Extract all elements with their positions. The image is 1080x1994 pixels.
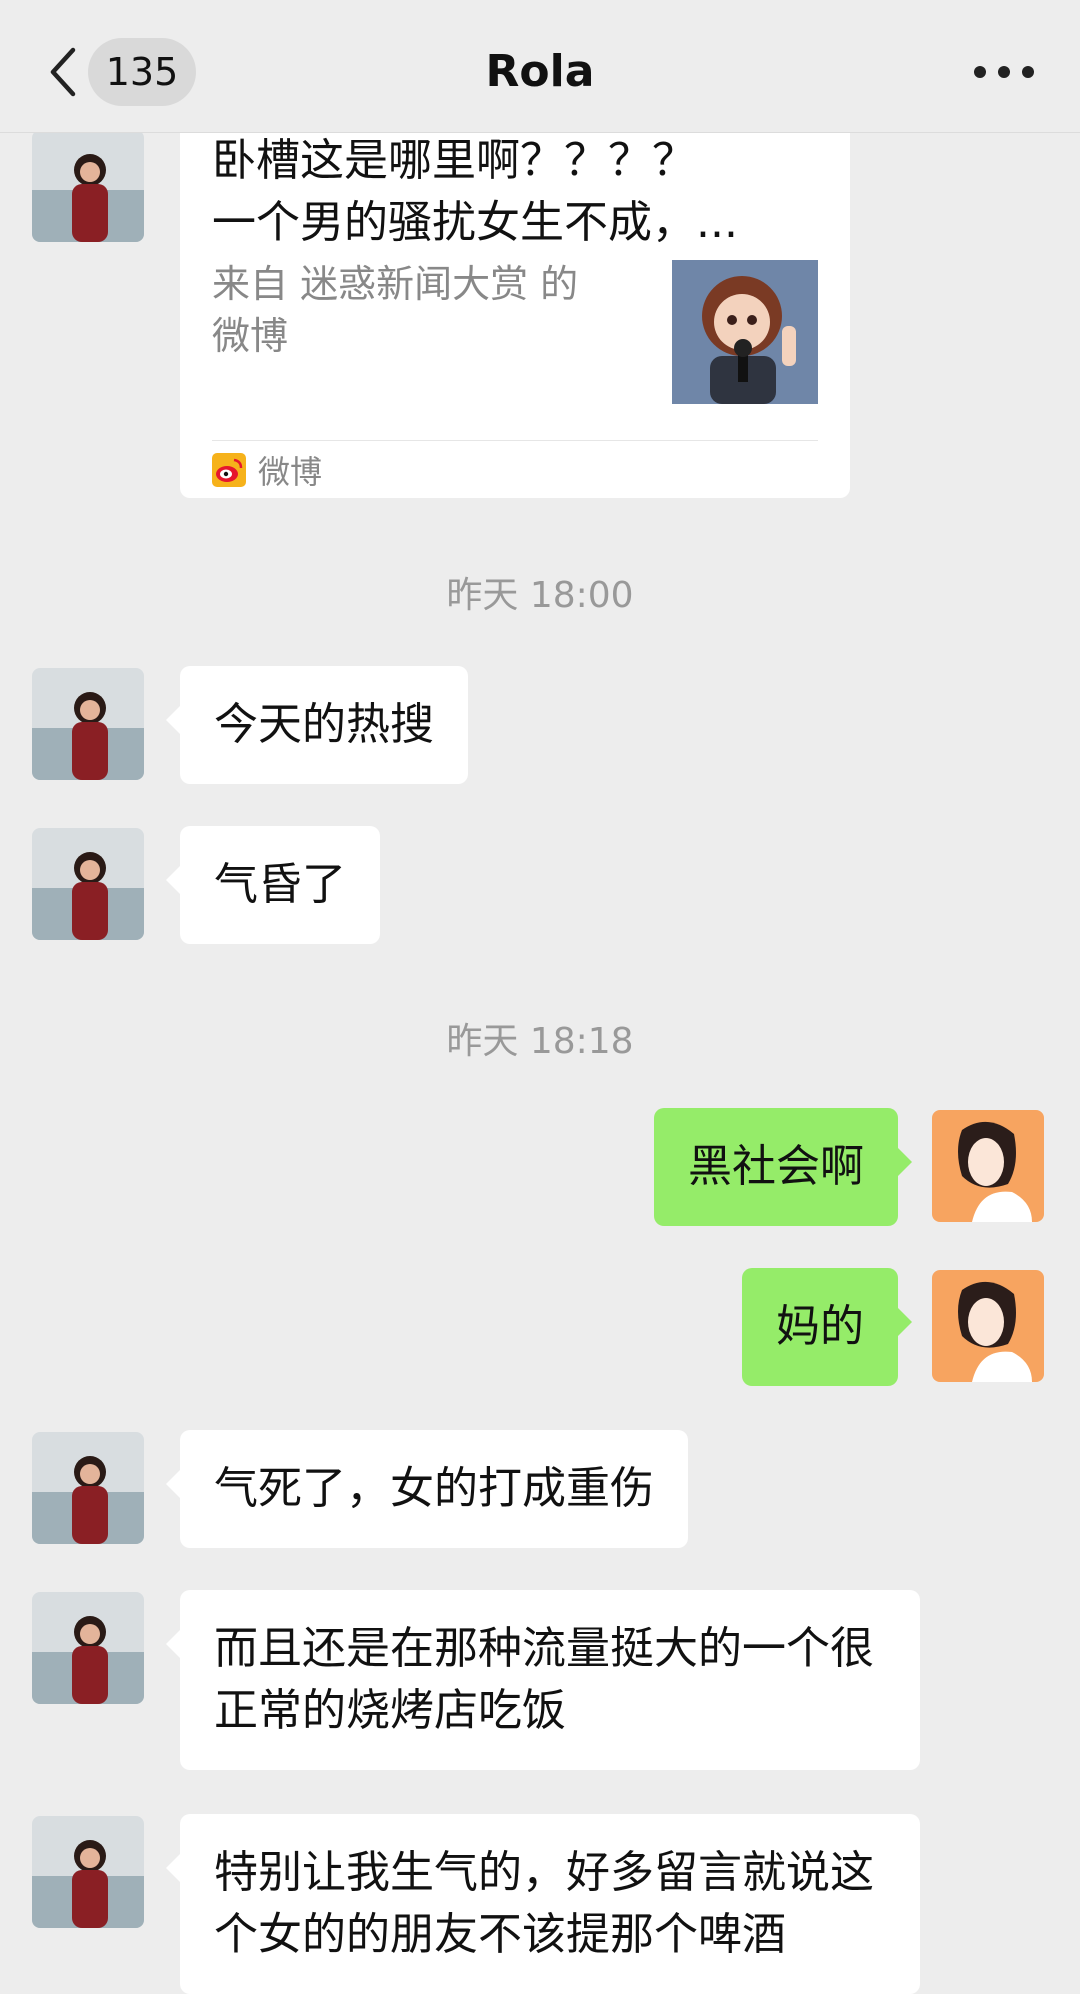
chat-area: 卧槽这是哪里啊？？？？ 一个男的骚扰女生不成，... 来自 迷惑新闻大赏 的微博…	[0, 0, 1080, 1994]
chat-title: Rola	[485, 46, 595, 97]
timestamp: 昨天 18:00	[446, 575, 634, 616]
message-bubble-outgoing[interactable]: 黑社会啊	[654, 1108, 912, 1226]
message-bubble-incoming[interactable]: 特别让我生气的，好多留言就说这个女的的朋友不该提那个啤酒	[166, 1814, 920, 1994]
my-avatar[interactable]	[932, 1270, 1044, 1382]
dot	[974, 66, 986, 78]
link-card-source-label: 微博	[258, 453, 323, 491]
timestamp: 昨天 18:18	[446, 1021, 634, 1062]
weibo-icon	[212, 453, 246, 487]
contact-avatar[interactable]	[32, 130, 144, 242]
dot	[998, 66, 1010, 78]
link-card-divider	[212, 440, 818, 441]
contact-avatar[interactable]	[32, 828, 144, 940]
message-bubble-incoming[interactable]: 而且还是在那种流量挺大的一个很正常的烧烤店吃饭	[166, 1590, 920, 1770]
contact-avatar[interactable]	[32, 1432, 144, 1544]
message-bubble-outgoing[interactable]: 妈的	[742, 1268, 912, 1386]
chat-header: 135 Rola	[0, 0, 1080, 133]
link-card-thumbnail	[672, 260, 818, 404]
link-card-description: 来自 迷惑新闻大赏 的微博	[212, 262, 579, 358]
contact-avatar[interactable]	[32, 1816, 144, 1928]
more-dots-icon[interactable]	[974, 58, 1034, 86]
link-card-title: 卧槽这是哪里啊？？？？ 一个男的骚扰女生不成，...	[212, 135, 738, 248]
contact-avatar[interactable]	[32, 668, 144, 780]
message-bubble-incoming[interactable]: 气昏了	[166, 826, 380, 944]
message-bubble-incoming[interactable]: 今天的热搜	[166, 666, 468, 784]
my-avatar[interactable]	[932, 1110, 1044, 1222]
weibo-link-card[interactable]: 卧槽这是哪里啊？？？？ 一个男的骚扰女生不成，... 来自 迷惑新闻大赏 的微博…	[180, 100, 850, 498]
link-card-source: 微博	[212, 450, 323, 491]
message-bubble-incoming[interactable]: 气死了，女的打成重伤	[166, 1430, 688, 1548]
contact-avatar[interactable]	[32, 1592, 144, 1704]
dot	[1022, 66, 1034, 78]
